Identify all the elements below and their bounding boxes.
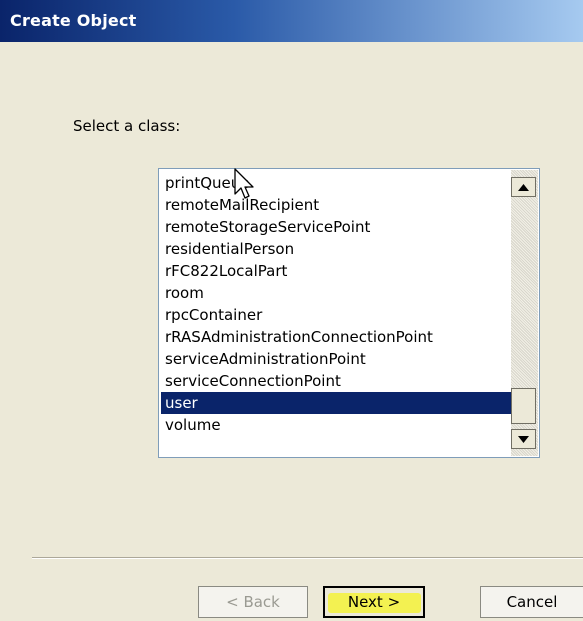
class-listbox[interactable]: printQueue remoteMailRecipient remoteStora… (158, 168, 540, 458)
class-list-item[interactable]: serviceConnectionPoint (161, 370, 513, 392)
window-title: Create Object (10, 11, 137, 30)
class-list-items: printQueue remoteMailRecipient remoteStora… (161, 172, 513, 436)
arrow-down-icon (518, 435, 529, 443)
next-button[interactable]: Next > (323, 586, 425, 618)
class-list-item[interactable]: remoteStorageServicePoint (161, 216, 513, 238)
scroll-down-button[interactable] (511, 429, 536, 449)
class-list-item[interactable]: serviceAdministrationPoint (161, 348, 513, 370)
arrow-up-icon (518, 183, 529, 191)
class-list-item[interactable]: room (161, 282, 513, 304)
class-list-item[interactable]: volume (161, 414, 513, 436)
back-button[interactable]: < Back (198, 586, 308, 618)
button-divider (32, 557, 583, 559)
mouse-cursor-icon (234, 168, 254, 199)
scroll-up-button[interactable] (511, 177, 536, 197)
class-list-item[interactable]: rFC822LocalPart (161, 260, 513, 282)
select-class-label: Select a class: (73, 117, 181, 135)
class-list-item[interactable]: remoteMailRecipient (161, 194, 513, 216)
scroll-thumb[interactable] (511, 388, 536, 424)
class-list-item[interactable]: rpcContainer (161, 304, 513, 326)
cancel-button[interactable]: Cancel (480, 586, 583, 618)
class-list-item[interactable]: user (161, 392, 513, 414)
class-list-item[interactable]: printQueue (161, 172, 513, 194)
next-button-label: Next > (347, 593, 401, 611)
class-list-item[interactable]: residentialPerson (161, 238, 513, 260)
title-bar[interactable]: Create Object (0, 0, 583, 42)
class-list-item[interactable]: rRASAdministrationConnectionPoint (161, 326, 513, 348)
vertical-scrollbar[interactable] (511, 170, 538, 456)
